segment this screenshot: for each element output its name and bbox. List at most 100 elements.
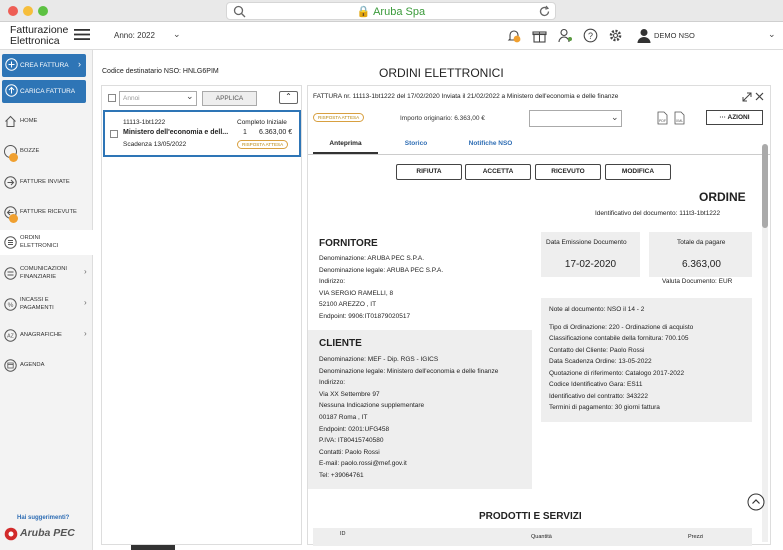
sidebar-item-anagrafiche[interactable]: AZ ANAGRAFICHE › [0,329,93,344]
data-emissione-box: Data Emissione Documento 17-02-2020 [541,232,640,277]
note-line: Data Scadenza Ordine: 13-05-2022 [549,358,652,365]
user-avatar-icon[interactable] [637,28,651,43]
products-table-header: ID Quantità Prezzi [313,528,752,546]
expand-icon[interactable] [742,92,752,102]
sidebar-item-label: ANAGRAFICHE [20,332,62,338]
col-quantita: Quantità [531,534,552,540]
svg-text:?: ? [588,31,593,41]
list-item[interactable]: 11113-1bt1222 Completo Iniziale Minister… [103,110,301,157]
help-icon[interactable]: ? [583,28,598,43]
tabs-divider [308,154,770,155]
sidebar-item-agenda[interactable]: AGENDA [0,359,93,374]
sidebar-item-fatture-inviate[interactable]: FATTURE INVIATE [0,176,93,191]
tab-notifiche-nso[interactable]: Notifiche NSO [453,136,528,154]
upload-invoice-button[interactable]: CARICA FATTURA [2,80,86,103]
rifiuta-button[interactable]: RIFIUTA [396,164,462,180]
sidebar-item-bozze[interactable]: BOZZE [0,145,93,163]
arrow-right-circle-icon [4,176,17,189]
fornitore-title: FORNITORE [319,238,378,249]
totale-box: Totale da pagare 6.363,00 [649,232,752,277]
cliente-line: P.IVA: IT80415740580 [319,437,384,445]
chevron-down-icon: ⌄ [611,112,619,122]
cliente-line: Tel: +39064761 [319,471,364,479]
collapse-button[interactable]: ⌃ [279,91,298,104]
year-selector[interactable]: Anno: 2022 [114,31,155,40]
sidebar-item-label: BOZZE [20,148,40,154]
action-select[interactable]: ⌄ [529,110,622,127]
app-logo[interactable]: Fatturazione Elettronica [10,25,68,47]
sidebar-item-comunicazioni-finanziarie[interactable]: COMUNICAZIONI FINANZIARIE › [0,265,93,283]
close-icon[interactable] [755,92,764,101]
pdf-icon[interactable]: PDF [657,111,668,125]
close-window-button[interactable] [8,6,18,16]
reload-icon[interactable] [538,5,551,18]
aruba-pec-brand: Aruba PEC [4,526,90,542]
modifica-button[interactable]: MODIFICA [605,164,671,180]
note-line: Tipo di Ordinazione: 220 - Ordinazione d… [549,323,694,331]
sidebar-item-label: ORDINI [20,235,41,241]
data-emissione-label: Data Emissione Documento [546,239,627,246]
svg-text:PDF: PDF [659,119,666,123]
filter-placeholder: Annoi [123,95,140,102]
maximize-window-button[interactable] [38,6,48,16]
item-checkbox[interactable] [110,130,118,138]
importo-originario: Importo originario: 6.363,00 € [400,115,485,122]
totale-label: Totale da pagare [677,239,726,246]
bell-icon[interactable] [506,28,522,44]
gear-icon[interactable] [608,28,623,43]
document-list-icon [4,236,17,249]
year-filter-select[interactable]: Annoi ⌄ [119,91,197,106]
tab-anteprima[interactable]: Anteprima [313,136,378,154]
sidebar-item-label: ELETTRONICI [20,243,59,249]
chevron-right-icon: › [84,267,87,276]
note-box: Note al documento: NSO il 14 - 2 Tipo di… [541,298,752,422]
data-emissione-value: 17-02-2020 [564,259,617,270]
order-amount: 6.363,00 € [259,129,293,136]
cliente-lines: Denominazione: MEF - Dip. RGS - IGICS De… [319,354,498,482]
fornitore-line: Denominazione legale: ARUBA PEC S.P.A. [319,266,444,274]
order-status: Completo Iniziale [237,119,287,126]
tab-storico[interactable]: Storico [386,136,446,154]
minimize-window-button[interactable] [23,6,33,16]
scroll-top-icon[interactable] [747,493,765,511]
user-settings-icon[interactable] [558,28,573,43]
prodotti-title: PRODOTTI E SERVIZI [479,511,582,522]
chevron-right-icon: › [78,59,81,69]
select-all-checkbox[interactable] [108,94,116,102]
cliente-line: E-mail: paolo.rossi@mef.gov.it [319,460,407,468]
chevron-down-icon[interactable]: ⌄ [768,29,776,40]
order-due-date: Scadenza 13/05/2022 [123,141,187,148]
note-line: Identificativo del contratto: 343222 [549,392,649,400]
ricevuto-button[interactable]: RICEVUTO [535,164,601,180]
cliente-line: Contatti: Paolo Rossi [319,448,380,456]
url-label: Aruba Spa [373,6,426,18]
cliente-line: Nessuna Indicazione supplementare [319,402,425,410]
address-bar[interactable]: 🔒 Aruba Spa [226,2,556,20]
order-detail-panel: FATTURA nr. 11113-1bt1222 del 17/02/2020… [307,85,771,546]
user-name[interactable]: DEMO NSO [654,31,695,40]
hamburger-menu-icon[interactable] [74,28,90,41]
sidebar-item-ordini-elettronici[interactable]: ORDINI ELETTRONICI [0,230,93,255]
note-lines: Note al documento: NSO il 14 - 2 Tipo di… [549,304,693,414]
chevron-down-icon[interactable]: ⌄ [173,29,181,40]
logo-line2: Elettronica [10,35,60,47]
scrollbar-thumb[interactable] [762,144,768,228]
valuta-documento: Valuta Documento: EUR [662,278,733,285]
sidebar-item-fatture-ricevute[interactable]: FATTURE RICEVUTE [0,206,93,224]
xml-icon[interactable]: XML [674,111,685,125]
create-invoice-button[interactable]: CREA FATTURA › [2,54,86,77]
actions-button[interactable]: ··· AZIONI [706,110,763,125]
sidebar-item-home[interactable]: HOME [0,115,93,130]
cliente-line: 00187 Roma , IT [319,413,368,421]
sidebar: CREA FATTURA › CARICA FATTURA HOME BOZZE… [0,50,93,550]
apply-button[interactable]: APPLICA [202,91,257,106]
suggestions-link[interactable]: Hai suggerimenti? [17,515,69,521]
fornitore-line: Denominazione: ARUBA PEC S.P.A. [319,255,425,262]
sidebar-item-label: FATTURE RICEVUTE [20,209,77,215]
cliente-line: Indirizzo: [319,379,346,387]
svg-text:%: % [8,302,14,309]
gift-icon[interactable] [532,28,547,43]
accetta-button[interactable]: ACCETTA [465,164,531,180]
sidebar-item-incassi-pagamenti[interactable]: % INCASSI E PAGAMENTI › [0,296,93,314]
col-prezzi: Prezzi [688,534,704,540]
